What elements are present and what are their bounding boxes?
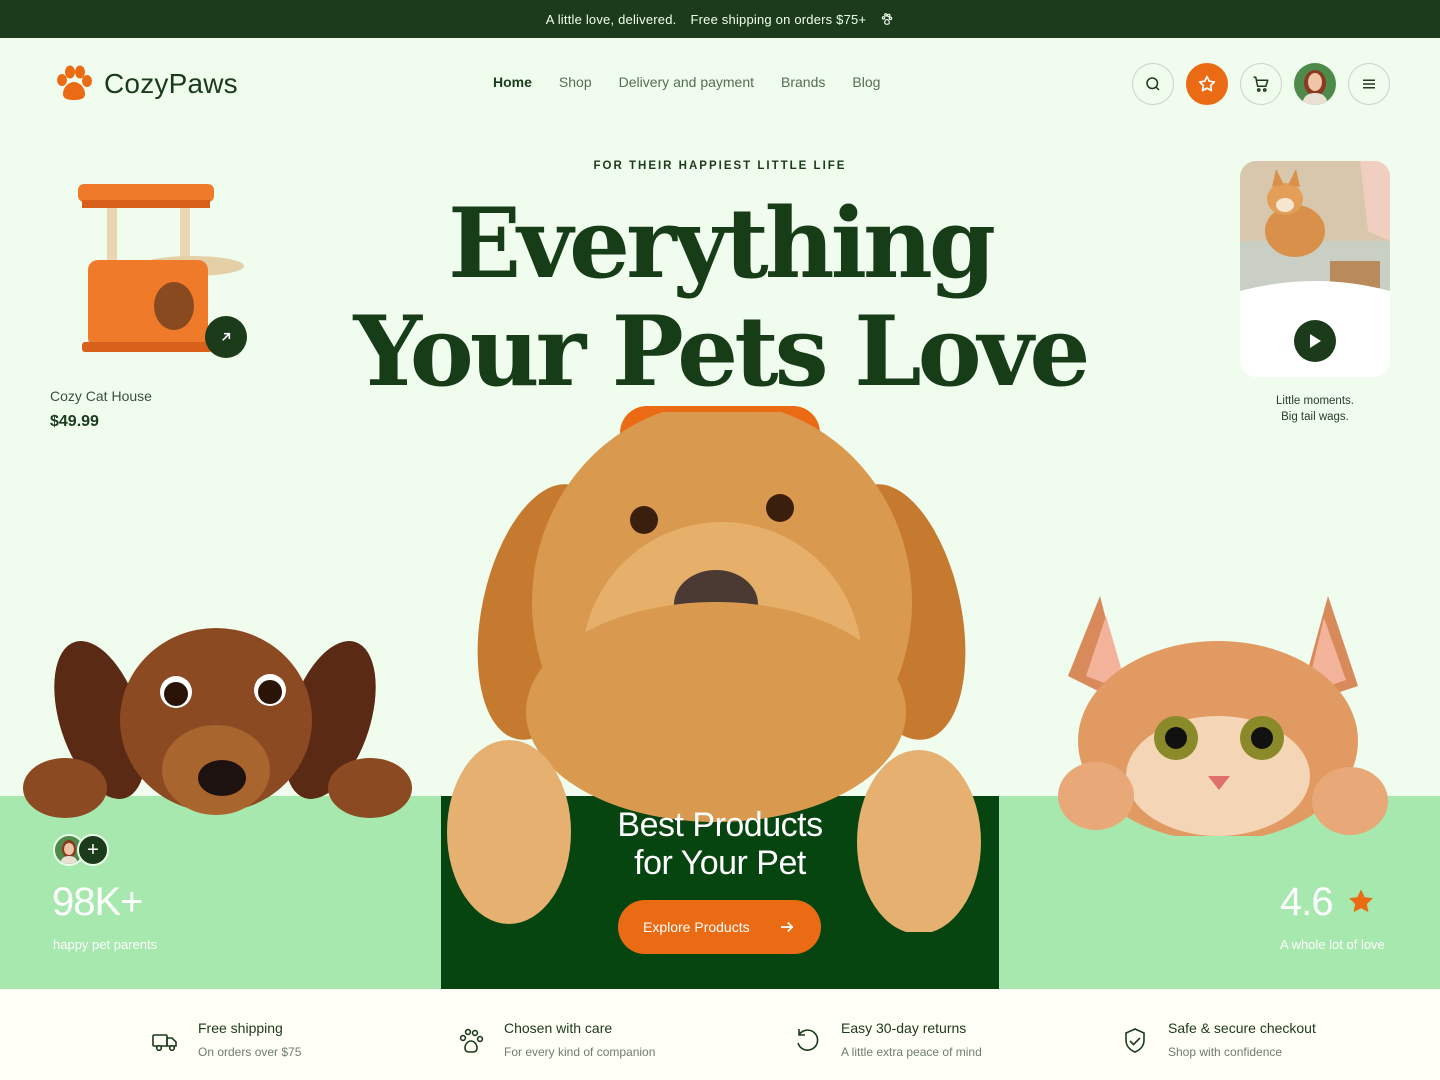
search-icon [1146, 77, 1160, 91]
product-price: $49.99 [50, 413, 99, 430]
paw-icon [57, 65, 92, 100]
explore-products-button[interactable]: Explore Products [618, 900, 821, 954]
menu-button[interactable] [1348, 63, 1390, 105]
paw-icon [459, 1028, 484, 1053]
feature-title: Chosen with care [504, 1020, 613, 1036]
feature-title: Easy 30-day returns [841, 1020, 967, 1036]
rating-label: A whole lot of love [1280, 937, 1385, 952]
product-name: Cozy Cat House [50, 388, 152, 404]
arrow-up-right-icon [222, 332, 231, 341]
feature-item: Easy 30-day returns A little extra peace… [793, 1020, 982, 1059]
truck-icon [152, 1034, 177, 1052]
rating-value: 4.6 [1280, 880, 1334, 924]
video-caption-line2: Big tail wags. [1281, 411, 1349, 423]
view-product-button[interactable] [205, 316, 247, 358]
nav-brands[interactable]: Brands [781, 74, 825, 90]
play-button[interactable] [1294, 320, 1336, 362]
video-caption-line1: Little moments. [1276, 395, 1354, 407]
feature-item: Free shipping On orders over $75 [150, 1020, 301, 1059]
nav-home[interactable]: Home [493, 74, 532, 90]
cart-button[interactable] [1240, 63, 1282, 105]
nav-shop[interactable]: Shop [559, 74, 592, 90]
customers-count: 98K+ [52, 880, 144, 924]
cart-icon [1253, 76, 1269, 92]
cta-title: Best Products for Your Pet [441, 806, 999, 882]
feature-subtitle: A little extra peace of mind [841, 1045, 982, 1059]
dachshund-image [23, 628, 412, 818]
feature-title: Free shipping [198, 1020, 283, 1036]
announcement-bar: A little love, delivered. Free shipping … [0, 0, 1440, 38]
brand-name: CozyPaws [104, 68, 238, 99]
site-header: CozyPaws Home Shop Delivery and payment … [0, 38, 1440, 130]
feature-item: Safe & secure checkout Shop with confide… [1120, 1020, 1316, 1059]
nav-delivery[interactable]: Delivery and payment [619, 74, 754, 90]
feature-title: Safe & secure checkout [1168, 1020, 1316, 1036]
video-caption: Little moments. Big tail wags. [1240, 393, 1390, 425]
main-nav: Home Shop Delivery and payment Brands Bl… [493, 74, 880, 90]
feature-subtitle: For every kind of companion [504, 1045, 656, 1059]
explore-products-label: Explore Products [643, 919, 750, 935]
hero-eyebrow: FOR THEIR HAPPIEST LITTLE LIFE [593, 160, 847, 172]
feature-subtitle: Shop with confidence [1168, 1045, 1283, 1059]
plus-icon[interactable]: + [77, 834, 109, 866]
arrow-right-icon [781, 921, 794, 933]
return-icon [797, 1029, 819, 1051]
customers-label: happy pet parents [53, 937, 158, 952]
cta-title-line2: for Your Pet [634, 844, 806, 882]
search-button[interactable] [1132, 63, 1174, 105]
play-icon [1310, 334, 1321, 348]
announcement-tagline: A little love, delivered. [545, 11, 677, 27]
star-icon [1349, 889, 1373, 913]
feature-item: Chosen with care For every kind of compa… [456, 1020, 655, 1059]
menu-icon [1363, 79, 1375, 89]
feature-subtitle: On orders over $75 [198, 1045, 302, 1059]
header-actions [1132, 63, 1390, 105]
nav-blog[interactable]: Blog [852, 74, 880, 90]
avatar[interactable] [1294, 63, 1336, 105]
shield-check-icon [1125, 1028, 1145, 1053]
paw-icon [882, 13, 893, 25]
cta-title-line1: Best Products [617, 806, 823, 844]
logo[interactable]: CozyPaws [54, 64, 238, 104]
star-icon [1198, 75, 1216, 92]
customer-avatars: + [53, 834, 109, 866]
favorites-button[interactable] [1186, 63, 1228, 105]
announcement-shipping: Free shipping on orders $75+ [690, 11, 867, 27]
cat-image [1058, 596, 1388, 836]
